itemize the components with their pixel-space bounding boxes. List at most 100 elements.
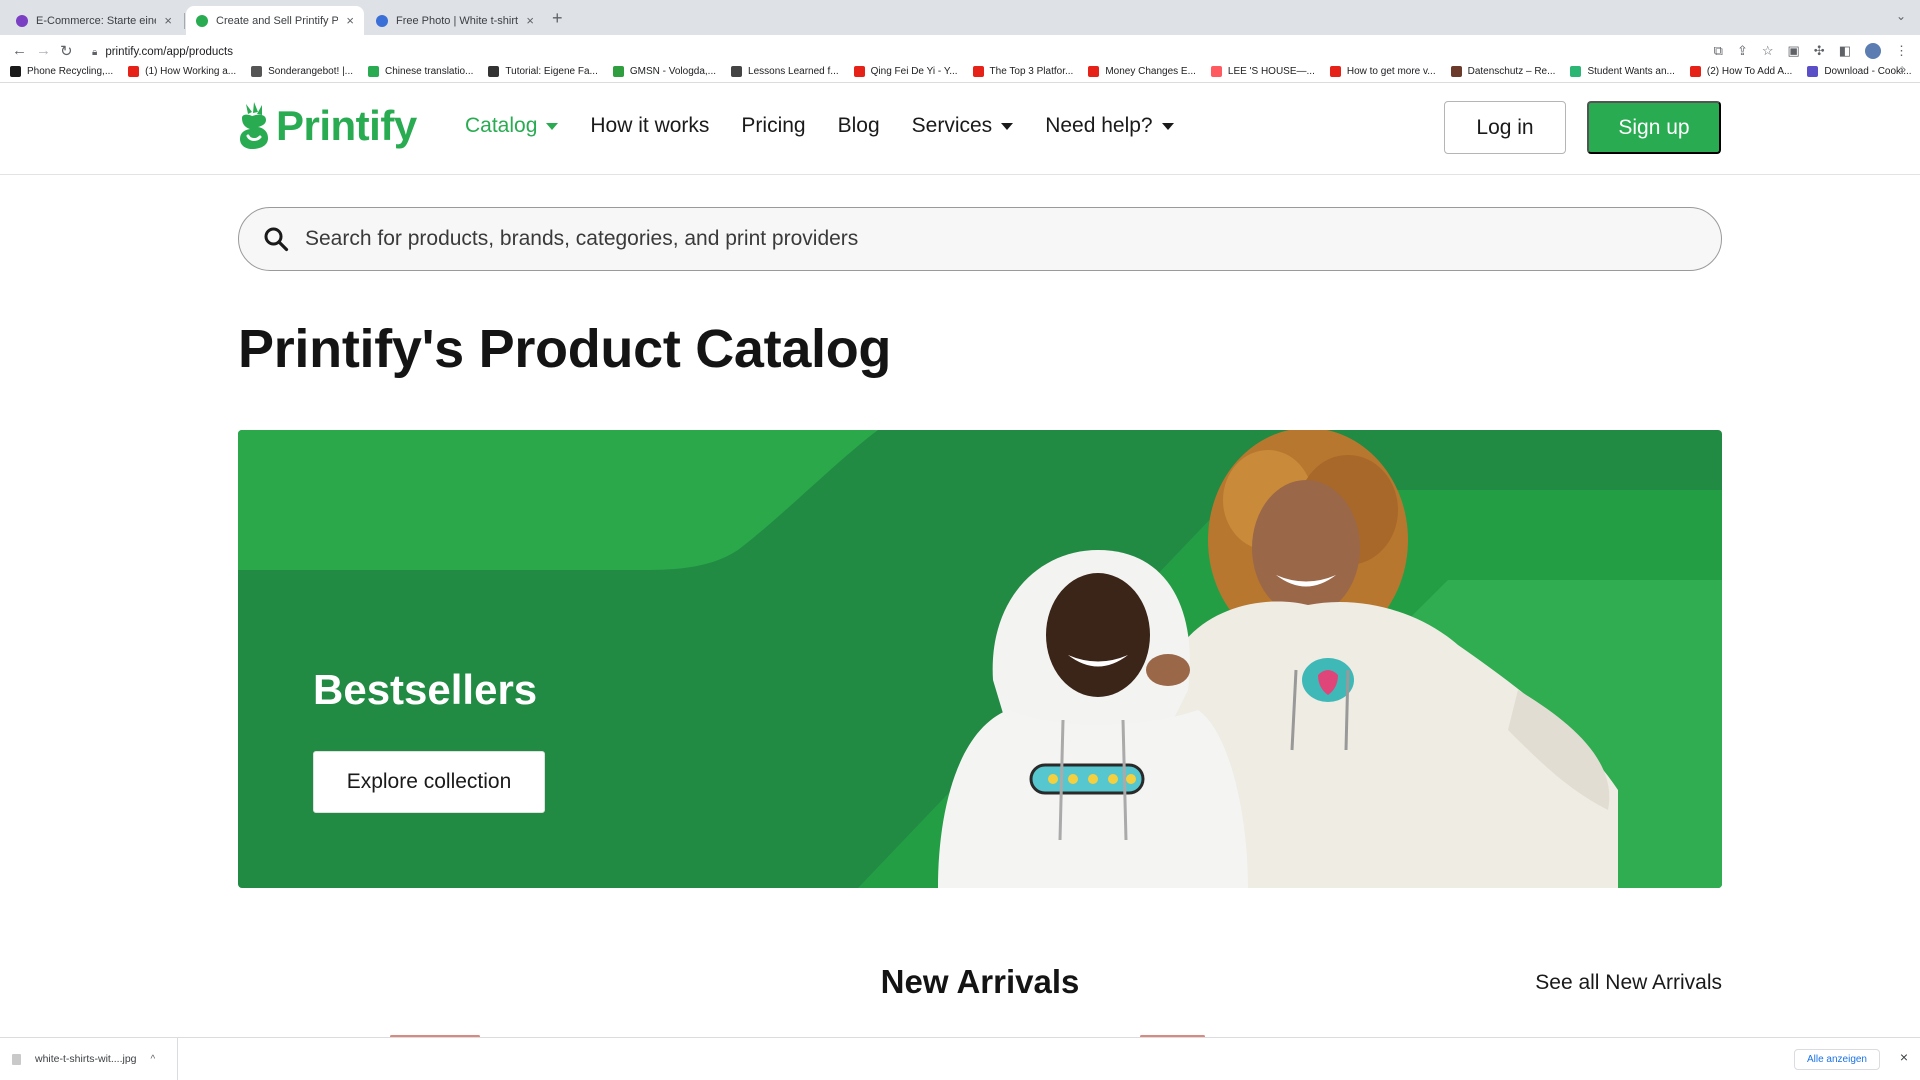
- hoodie-models-photo: [938, 430, 1618, 888]
- bookmark-item[interactable]: Money Changes E...: [1088, 65, 1196, 77]
- tab-title: Create and Sell Printify Produc: [216, 14, 339, 27]
- new-tab-button[interactable]: +: [552, 8, 563, 29]
- chevron-up-icon[interactable]: ^: [151, 1054, 156, 1065]
- bookmark-star-icon[interactable]: ☆: [1762, 43, 1774, 59]
- browser-tab-2[interactable]: Create and Sell Printify Produc ×: [186, 6, 364, 35]
- browser-menu-icon[interactable]: ⋮: [1895, 43, 1908, 59]
- bookmark-favicon-icon: [10, 65, 21, 77]
- bookmark-item[interactable]: How to get more v...: [1329, 65, 1436, 77]
- nav-blog[interactable]: Blog: [838, 114, 880, 138]
- bookmark-item[interactable]: Chinese translatio...: [368, 65, 474, 77]
- site-header: Printify Catalog How it works Pricing Bl…: [0, 84, 1920, 175]
- forward-arrow-icon[interactable]: →: [36, 42, 51, 59]
- bookmark-item[interactable]: Lessons Learned f...: [731, 65, 839, 77]
- bookmark-label: Student Wants an...: [1587, 65, 1675, 77]
- bookmark-item[interactable]: Tutorial: Eigene Fa...: [488, 65, 598, 77]
- bookmark-item[interactable]: Qing Fei De Yi - Y...: [853, 65, 958, 77]
- bookmark-label: Datenschutz – Re...: [1467, 65, 1556, 77]
- bookmark-item[interactable]: (1) How Working a...: [128, 65, 237, 77]
- puzzle-icon[interactable]: ✣: [1814, 43, 1825, 59]
- bookmark-favicon-icon: [368, 65, 380, 77]
- bookmark-label: Qing Fei De Yi - Y...: [870, 65, 958, 77]
- bookmark-favicon-icon: [731, 65, 743, 77]
- tab-title: E-Commerce: Starte eine E-Co: [36, 14, 156, 27]
- bookmark-favicon-icon: [972, 65, 984, 77]
- search-input[interactable]: [305, 227, 1685, 251]
- browser-tab-1[interactable]: E-Commerce: Starte eine E-Co ×: [6, 6, 182, 35]
- show-all-downloads-button[interactable]: Alle anzeigen: [1793, 1049, 1880, 1070]
- nav-need-help[interactable]: Need help?: [1045, 114, 1174, 138]
- bookmark-favicon-icon: [128, 65, 140, 77]
- bookmark-favicon-icon: [1689, 65, 1701, 77]
- nav-pricing-label: Pricing: [741, 114, 806, 137]
- bookmark-item[interactable]: (2) How To Add A...: [1689, 65, 1793, 77]
- bookmark-favicon-icon: [251, 65, 263, 77]
- bookmark-label: Lessons Learned f...: [748, 65, 839, 77]
- bookmark-favicon-icon: [853, 65, 865, 77]
- extension-icon[interactable]: ▣: [1788, 43, 1800, 59]
- tab-title: Free Photo | White t-shirts wit: [396, 14, 519, 27]
- close-shelf-icon[interactable]: ×: [1900, 1049, 1908, 1065]
- translate-icon[interactable]: ⧉: [1714, 43, 1723, 59]
- nav-pricing[interactable]: Pricing: [741, 114, 805, 138]
- bookmarks-bar: Phone Recycling,... (1) How Working a... S…: [0, 60, 1920, 83]
- tab-separator: [184, 13, 185, 29]
- bookmark-item[interactable]: Phone Recycling,...: [10, 65, 114, 77]
- bookmark-item[interactable]: Datenschutz – Re...: [1450, 65, 1556, 77]
- signup-button[interactable]: Sign up: [1587, 101, 1721, 154]
- bookmark-item[interactable]: Student Wants an...: [1570, 65, 1675, 77]
- tab-favicon-icon: [16, 14, 28, 27]
- nav-catalog[interactable]: Catalog: [465, 114, 559, 138]
- nav-services-label: Services: [911, 114, 993, 137]
- caret-down-icon: [546, 122, 559, 130]
- login-button[interactable]: Log in: [1444, 101, 1566, 154]
- nav-how-it-works-label: How it works: [590, 114, 710, 137]
- share-icon[interactable]: ⇪: [1737, 43, 1748, 59]
- bookmark-item[interactable]: The Top 3 Platfor...: [972, 65, 1074, 77]
- bookmark-label: Tutorial: Eigene Fa...: [505, 65, 598, 77]
- bookmark-item[interactable]: Sonderangebot! |...: [251, 65, 354, 77]
- bookmark-favicon-icon: [1088, 65, 1100, 77]
- bookmark-label: (1) How Working a...: [145, 65, 237, 77]
- browser-tab-3[interactable]: Free Photo | White t-shirts wit ×: [366, 6, 544, 35]
- nav-catalog-label: Catalog: [465, 114, 538, 137]
- file-icon: [12, 1053, 21, 1065]
- bookmark-favicon-icon: [1807, 65, 1819, 77]
- see-all-new-arrivals-link[interactable]: See all New Arrivals: [1535, 971, 1722, 995]
- bookmark-favicon-icon: [488, 65, 500, 77]
- back-arrow-icon[interactable]: ←: [12, 42, 27, 59]
- bookmark-favicon-icon: [1329, 65, 1341, 77]
- tab-favicon-icon: [376, 14, 388, 27]
- bookmark-item[interactable]: Download - Cooki...: [1807, 65, 1912, 77]
- caret-down-icon: [1161, 122, 1174, 130]
- bookmark-label: (2) How To Add A...: [1706, 65, 1793, 77]
- bookmark-item[interactable]: LEE 'S HOUSE—...: [1210, 65, 1315, 77]
- logo-text: Printify: [276, 102, 417, 149]
- url-text: printify.com/app/products: [105, 46, 233, 58]
- bookmark-favicon-icon: [1210, 65, 1222, 77]
- bookmark-label: Chinese translatio...: [385, 65, 474, 77]
- bookmark-label: Sonderangebot! |...: [268, 65, 354, 77]
- nav-how-it-works[interactable]: How it works: [590, 114, 709, 138]
- tab-close-icon[interactable]: ×: [526, 13, 534, 28]
- nav-services[interactable]: Services: [912, 114, 1014, 138]
- printify-logo[interactable]: Printify: [238, 102, 417, 150]
- bookmark-label: The Top 3 Platfor...: [989, 65, 1074, 77]
- tab-close-icon[interactable]: ×: [164, 13, 172, 28]
- product-search-bar[interactable]: [238, 207, 1722, 271]
- tab-search-chevron-icon[interactable]: ⌄: [1896, 9, 1906, 23]
- profile-avatar[interactable]: [1865, 43, 1881, 59]
- bookmark-label: Download - Cooki...: [1824, 65, 1912, 77]
- bookmark-favicon-icon: [612, 65, 624, 77]
- tab-close-icon[interactable]: ×: [346, 13, 354, 28]
- bookmark-item[interactable]: GMSN - Vologda,...: [612, 65, 716, 77]
- bookmark-label: Phone Recycling,...: [27, 65, 114, 77]
- lock-icon: 🔒︎: [92, 46, 98, 58]
- explore-collection-button[interactable]: Explore collection: [313, 751, 545, 813]
- side-panel-icon[interactable]: ◧: [1839, 43, 1851, 59]
- bookmarks-overflow-button[interactable]: »: [1900, 64, 1906, 76]
- search-icon: [264, 227, 289, 252]
- download-item[interactable]: white-t-shirts-wit....jpg ^: [12, 1038, 178, 1080]
- reload-icon[interactable]: ↻: [60, 42, 73, 60]
- bookmark-label: LEE 'S HOUSE—...: [1227, 65, 1315, 77]
